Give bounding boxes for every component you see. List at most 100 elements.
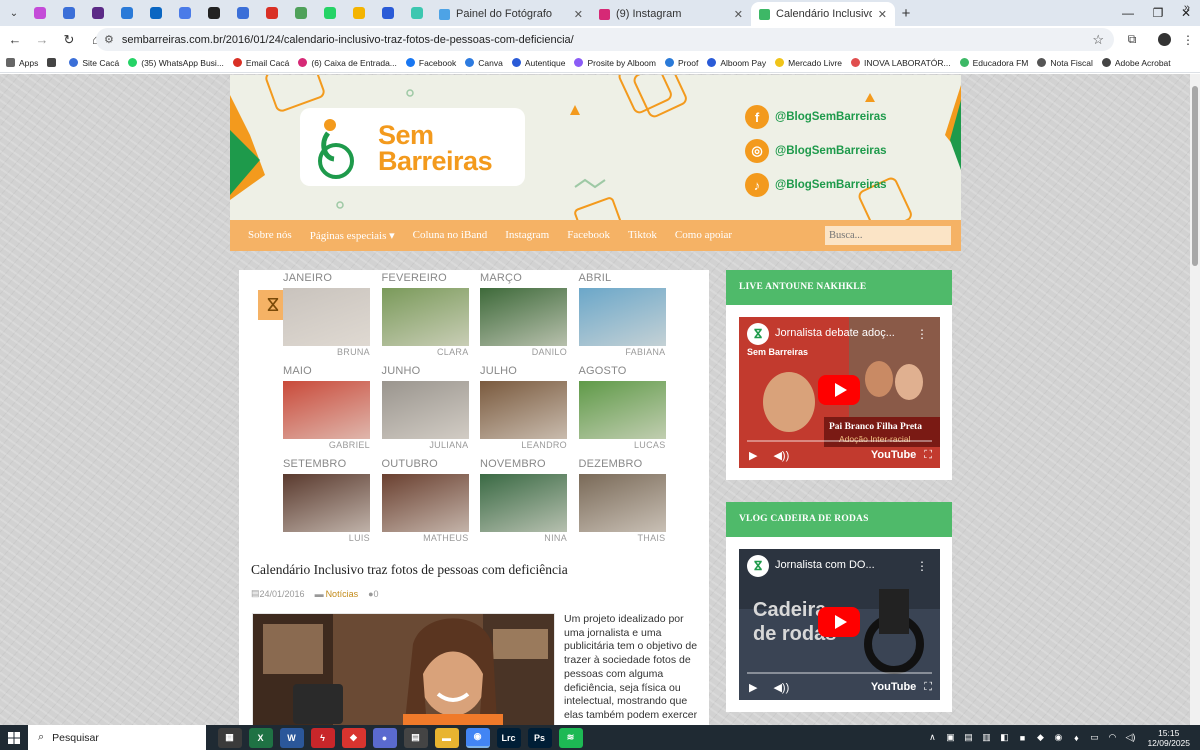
nav-item[interactable]: Tiktok	[628, 229, 657, 242]
pinned-tab[interactable]	[83, 0, 112, 26]
speaker-icon[interactable]: ◁)	[1123, 732, 1137, 743]
vpn-app-icon[interactable]: ●	[372, 727, 397, 748]
network-icon[interactable]: ▭	[1087, 732, 1101, 743]
youtube-play-button[interactable]	[818, 607, 860, 637]
pinned-tab[interactable]	[344, 0, 373, 26]
post-comments[interactable]: 0	[374, 589, 379, 599]
flash-app-icon[interactable]: ϟ	[310, 727, 335, 748]
youtube-video-vlog[interactable]: ⴵ Jornalista com DO... ⋮ Cadeira de roda…	[739, 549, 940, 700]
pinned-tab[interactable]	[286, 0, 315, 26]
tray-app-icon[interactable]: ■	[1015, 733, 1029, 743]
forward-button[interactable]: →	[30, 28, 54, 52]
pinned-tab[interactable]	[54, 0, 83, 26]
menu-button[interactable]: ⋮	[1176, 26, 1200, 53]
volume-icon[interactable]: ◀))	[773, 449, 789, 462]
chrome-icon[interactable]: ◉	[465, 727, 490, 748]
social-link[interactable]: ♪ @BlogSemBarreiras	[745, 172, 945, 198]
tray-app-icon[interactable]: ▥	[979, 732, 993, 743]
close-tab-icon[interactable]: ✕	[878, 8, 887, 21]
pinned-tab[interactable]	[25, 0, 54, 26]
tray-app-icon[interactable]: ◧	[997, 732, 1011, 743]
pinned-tab[interactable]	[373, 0, 402, 26]
bookmark-item[interactable]: Alboom Pay	[707, 58, 766, 68]
pinned-tab[interactable]	[170, 0, 199, 26]
bookmark-item[interactable]: Adobe Acrobat	[1101, 58, 1171, 68]
close-tab-icon[interactable]: ✕	[734, 8, 743, 21]
nav-item[interactable]: Páginas especiais ▾	[310, 229, 395, 242]
file-explorer-icon[interactable]: ▬	[434, 727, 459, 748]
post-title[interactable]: Calendário Inclusivo traz fotos de pesso…	[251, 562, 568, 578]
bookmark-item[interactable]: Facebook	[405, 58, 456, 68]
pinned-tab[interactable]	[257, 0, 286, 26]
close-tab-icon[interactable]: ✕	[574, 8, 583, 21]
tray-app-icon[interactable]: ◆	[1033, 732, 1047, 743]
extensions-button[interactable]: ⧉	[1120, 26, 1144, 53]
youtube-logo[interactable]: YouTube	[871, 681, 916, 693]
bookmark-item[interactable]: (35) WhatsApp Busi...	[128, 58, 224, 68]
wifi-icon[interactable]: ◠	[1105, 732, 1119, 743]
page-scrollbar[interactable]	[1190, 74, 1200, 725]
calculator-icon[interactable]: ▤	[403, 727, 428, 748]
profile-button[interactable]	[1152, 26, 1176, 53]
tray-app-icon[interactable]: ♦	[1069, 733, 1083, 743]
calendar-app-icon[interactable]: ▦	[217, 727, 242, 748]
scrollbar-thumb[interactable]	[1192, 86, 1198, 266]
social-link[interactable]: f @BlogSemBarreiras	[745, 104, 945, 130]
bookmark-star-icon[interactable]: ☆	[1092, 32, 1104, 48]
bookmark-item[interactable]: Educadora FM	[959, 58, 1028, 68]
nav-item[interactable]: Coluna no iBand	[413, 229, 488, 242]
bookmark-item[interactable]: Prosite by Alboom	[574, 58, 656, 68]
post-featured-image[interactable]	[252, 613, 555, 725]
fullscreen-icon[interactable]: ⛶	[924, 681, 932, 694]
youtube-video-live[interactable]: ⴵ Jornalista debate adoç... ⋮ Sem Barrei…	[739, 317, 940, 468]
clock[interactable]: 15:15 12/09/2025	[1147, 728, 1190, 748]
spotify-icon[interactable]: ≋	[558, 727, 583, 748]
bookmark-item[interactable]	[47, 58, 60, 67]
browser-tab[interactable]: (9) Instagram ✕	[591, 2, 751, 26]
nav-item[interactable]: Facebook	[567, 229, 610, 242]
pinned-tab[interactable]	[402, 0, 431, 26]
bookmark-item[interactable]: (6) Caixa de Entrada...	[298, 58, 397, 68]
play-icon[interactable]: ▶	[749, 681, 757, 694]
nav-item[interactable]: Sobre nós	[248, 229, 292, 242]
bookmark-item[interactable]: Proof	[664, 58, 698, 68]
post-category[interactable]: Notícias	[326, 589, 359, 599]
nav-item[interactable]: Como apoiar	[675, 229, 732, 242]
tray-app-icon[interactable]: ▣	[943, 732, 957, 743]
pinned-tab[interactable]	[228, 0, 257, 26]
chevron-up-icon[interactable]: ∧	[925, 732, 939, 743]
fullscreen-icon[interactable]: ⛶	[924, 449, 932, 462]
back-button[interactable]: ←	[3, 28, 27, 52]
calendar-image[interactable]: ⴵ JANEIRO BRUNA FEVEREIRO CLARA MARÇO DANILO A…	[254, 270, 694, 552]
taskbar-search-input[interactable]: ⌕ Pesquisar	[28, 725, 206, 750]
bookmarks-overflow-icon[interactable]: »	[1184, 2, 1190, 14]
bookmark-item[interactable]: INOVA LABORATÓR...	[851, 58, 951, 68]
pinned-tab[interactable]	[315, 0, 344, 26]
bookmark-item[interactable]: Apps	[6, 58, 38, 68]
play-icon[interactable]: ▶	[749, 449, 757, 462]
bookmark-item[interactable]: Mercado Livre	[775, 58, 842, 68]
browser-tab[interactable]: Calendário Inclusivo traz fotos c ✕	[751, 2, 895, 26]
bookmark-item[interactable]: Site Cacá	[69, 58, 119, 68]
tray-app-icon[interactable]: ▤	[961, 732, 975, 743]
excel-icon[interactable]: X	[248, 727, 273, 748]
photoshop-icon[interactable]: Ps	[527, 727, 552, 748]
address-bar[interactable]: ⚙ sembarreiras.com.br/2016/01/24/calenda…	[96, 28, 1114, 51]
pinned-tab[interactable]	[141, 0, 170, 26]
volume-icon[interactable]: ◀))	[773, 681, 789, 694]
pinned-tab[interactable]	[112, 0, 141, 26]
new-tab-button[interactable]: +	[895, 5, 917, 22]
bookmark-item[interactable]: Nota Fiscal	[1037, 58, 1093, 68]
site-logo[interactable]: Sem Barreiras	[300, 108, 525, 186]
bookmark-item[interactable]: Email Cacá	[232, 58, 289, 68]
youtube-play-button[interactable]	[818, 375, 860, 405]
bookmark-item[interactable]: Autentique	[511, 58, 565, 68]
reload-button[interactable]: ↻	[57, 28, 81, 52]
tab-search-button[interactable]: ⌄	[3, 2, 25, 24]
site-info-icon[interactable]: ⚙	[104, 33, 114, 46]
bookmark-item[interactable]: Canva	[465, 58, 503, 68]
youtube-logo[interactable]: YouTube	[871, 449, 916, 461]
social-link[interactable]: ◎ @BlogSemBarreiras	[745, 138, 945, 164]
video-kebab-icon[interactable]: ⋮	[916, 559, 928, 573]
browser-tab[interactable]: Painel do Fotógrafo ✕	[431, 2, 591, 26]
